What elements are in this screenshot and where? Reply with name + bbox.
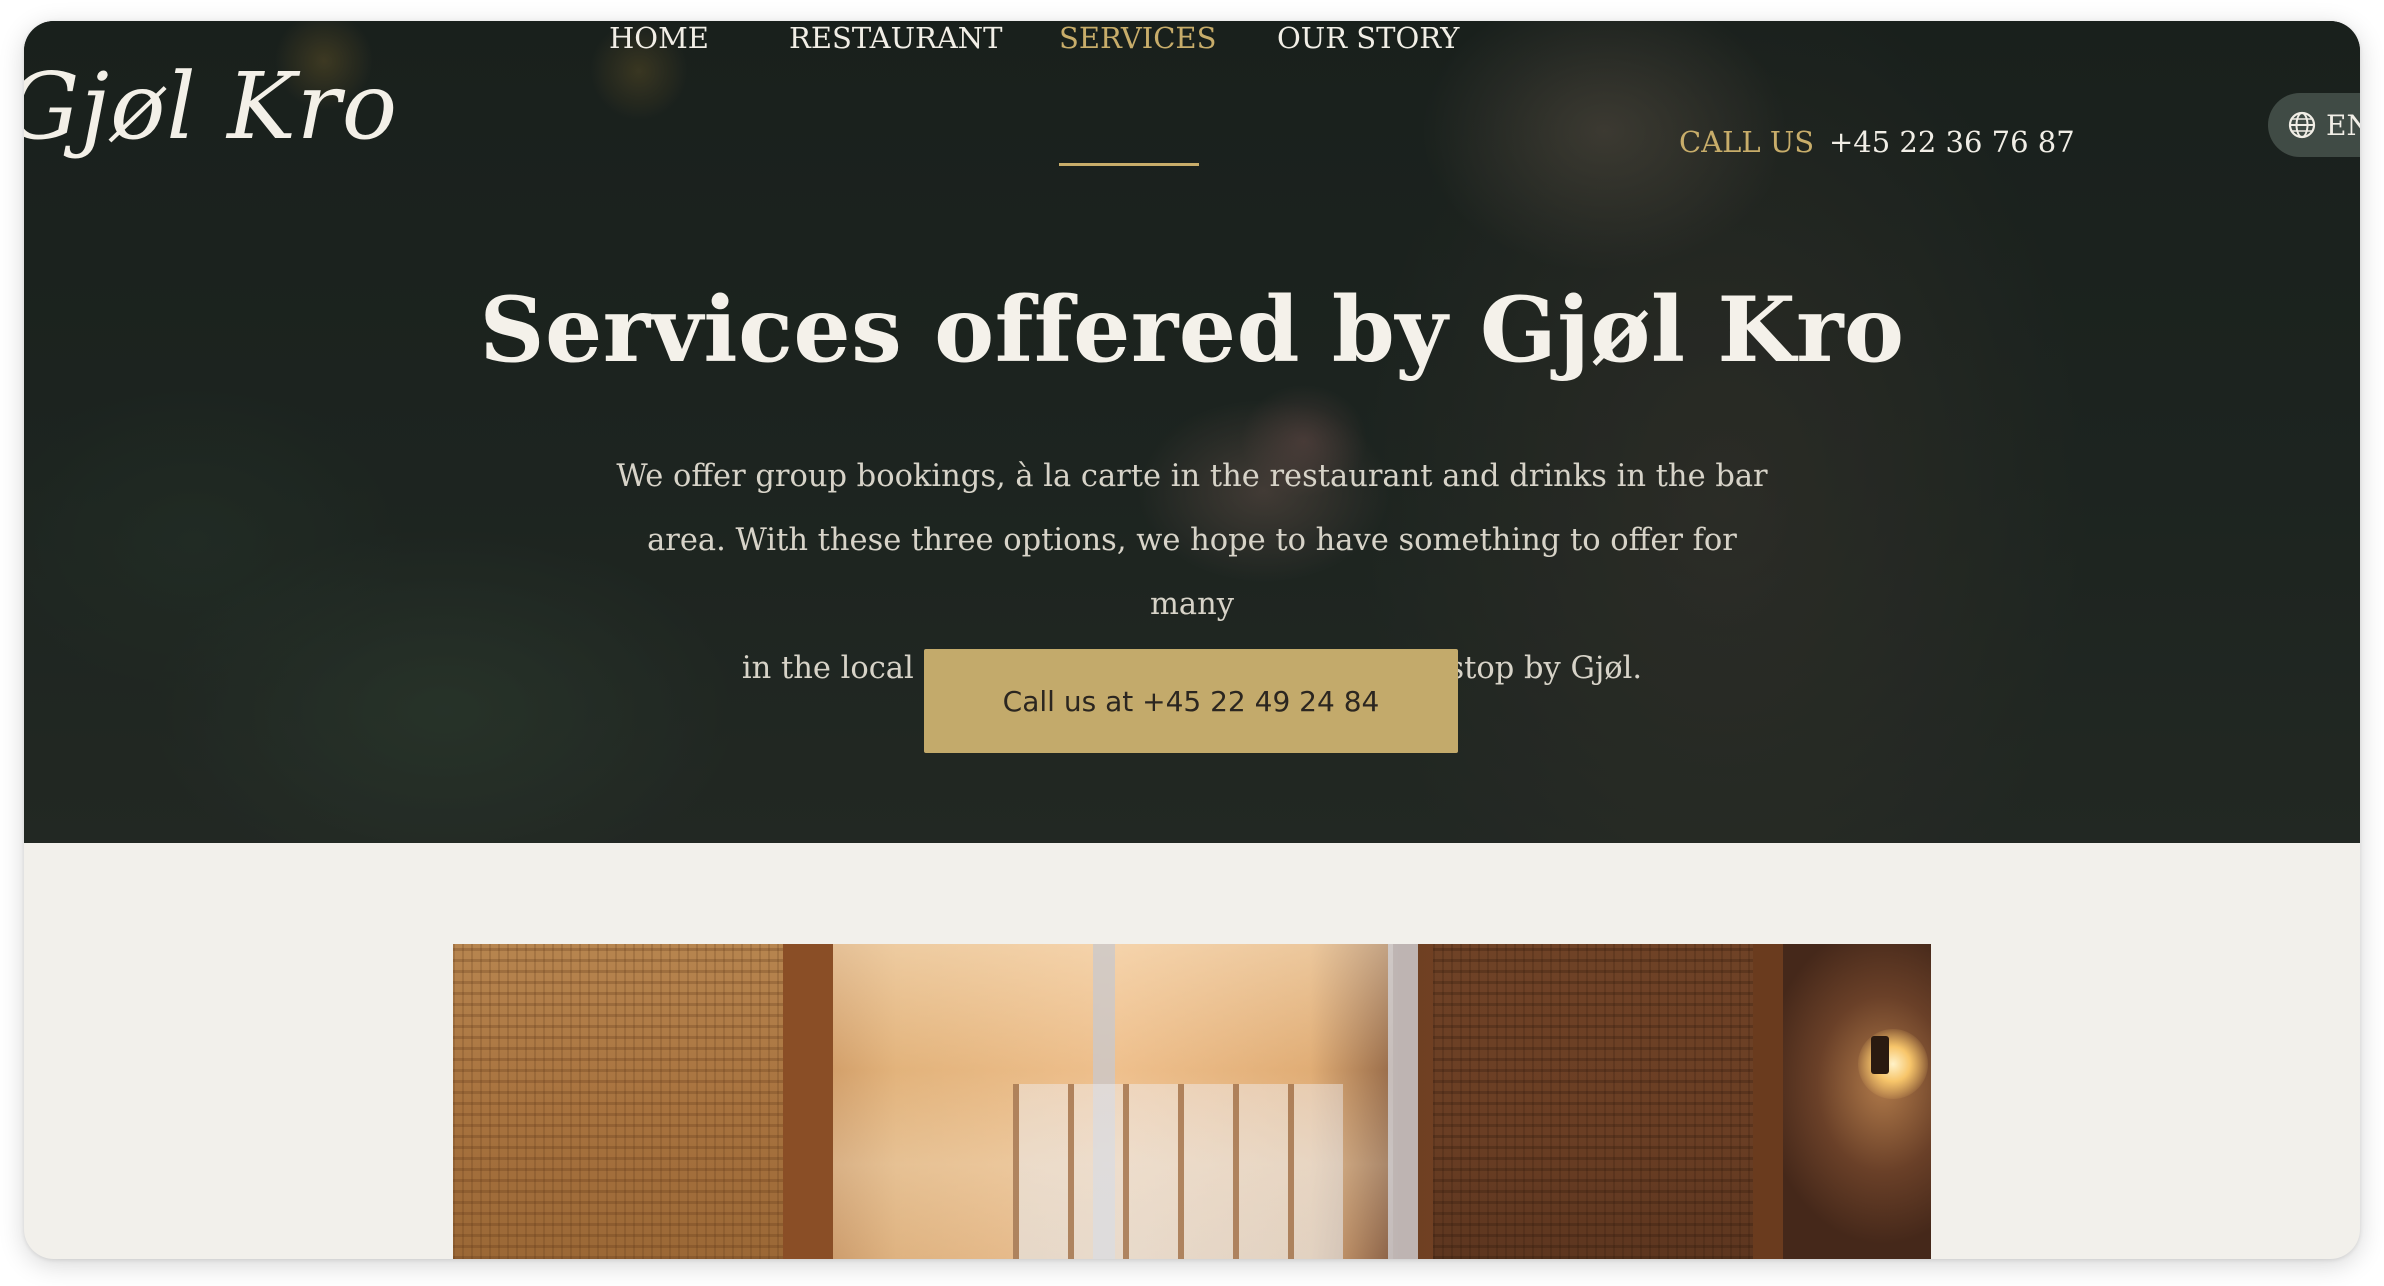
wall-lamp-light [1858,1029,1928,1099]
hero-title: Services offered by Gjøl Kro [479,277,1905,383]
nav-item-services[interactable]: SERVICES [1059,21,1216,55]
restaurant-interior-image [453,944,1931,1259]
hero-subtitle-line: area. With these three options, we hope … [647,523,1737,622]
image-window-panes [1013,1084,1343,1259]
call-us-number[interactable]: +45 22 36 76 87 [1829,125,2075,159]
language-label: EN [2326,108,2360,142]
image-right-blind [1433,944,1753,1259]
nav-item-home[interactable]: HOME [609,21,709,55]
language-switcher[interactable]: EN [2268,93,2360,157]
image-wooden-post [1753,944,1783,1259]
wall-lamp [1871,1036,1889,1074]
image-wooden-post [783,944,833,1259]
site-logo[interactable]: Gjøl Kro [24,61,398,153]
image-window-frame [1388,944,1418,1259]
hero-section: Gjøl Kro HOME RESTAURANT SERVICES OUR ST… [24,21,2360,843]
nav-item-restaurant[interactable]: RESTAURANT [789,21,1003,55]
image-wall [1783,944,1931,1259]
globe-icon [2288,111,2316,139]
hero-subtitle-line: We offer group bookings, à la carte in t… [616,459,1768,494]
active-nav-underline [1059,163,1199,166]
call-us-cta-button[interactable]: Call us at +45 22 49 24 84 [924,649,1458,753]
image-left-blind [453,944,783,1259]
call-us-label[interactable]: CALL US [1679,125,1814,159]
nav-item-our-story[interactable]: OUR STORY [1277,21,1459,55]
browser-viewport: Gjøl Kro HOME RESTAURANT SERVICES OUR ST… [24,21,2360,1259]
